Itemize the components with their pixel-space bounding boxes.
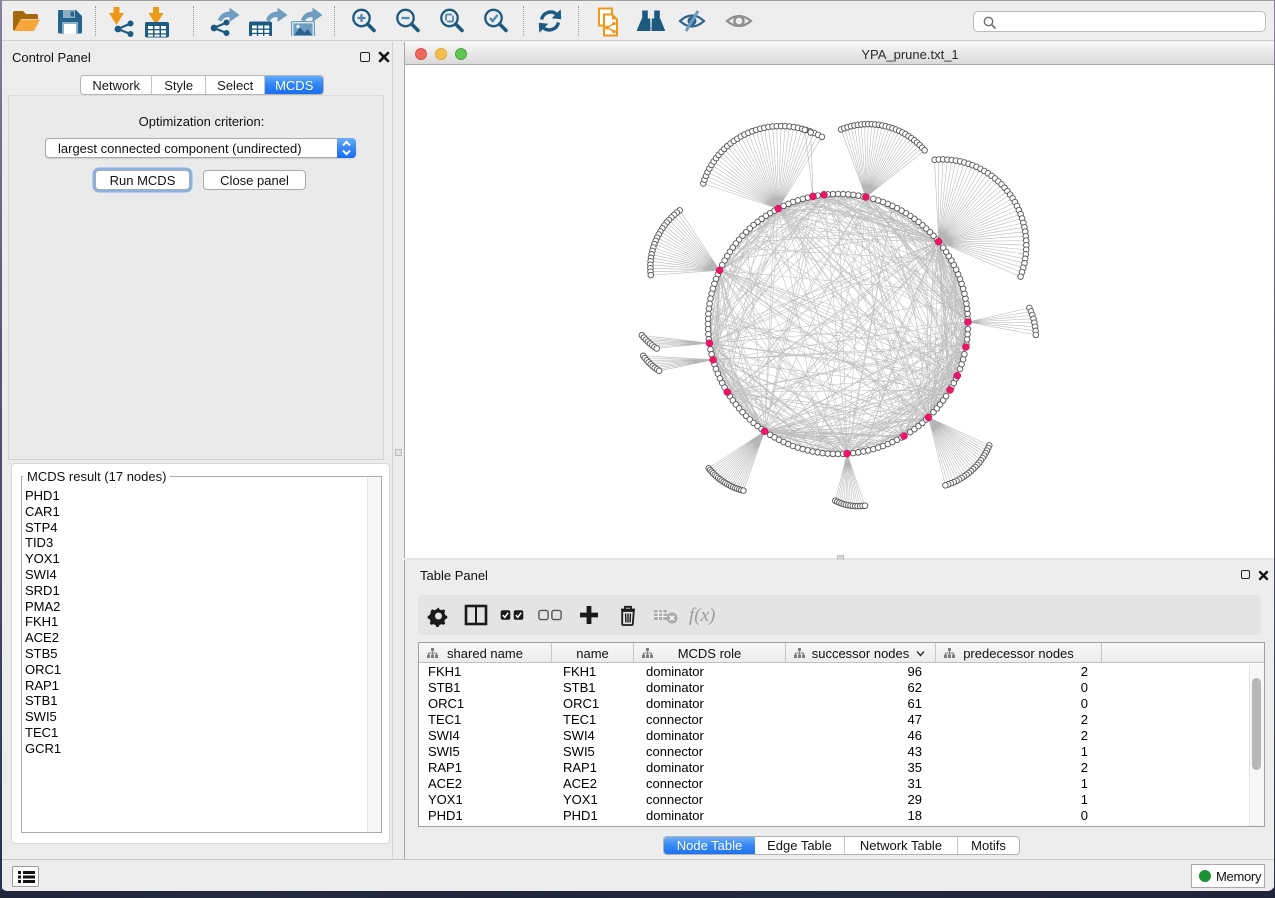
- svg-text:f(x): f(x): [689, 605, 715, 626]
